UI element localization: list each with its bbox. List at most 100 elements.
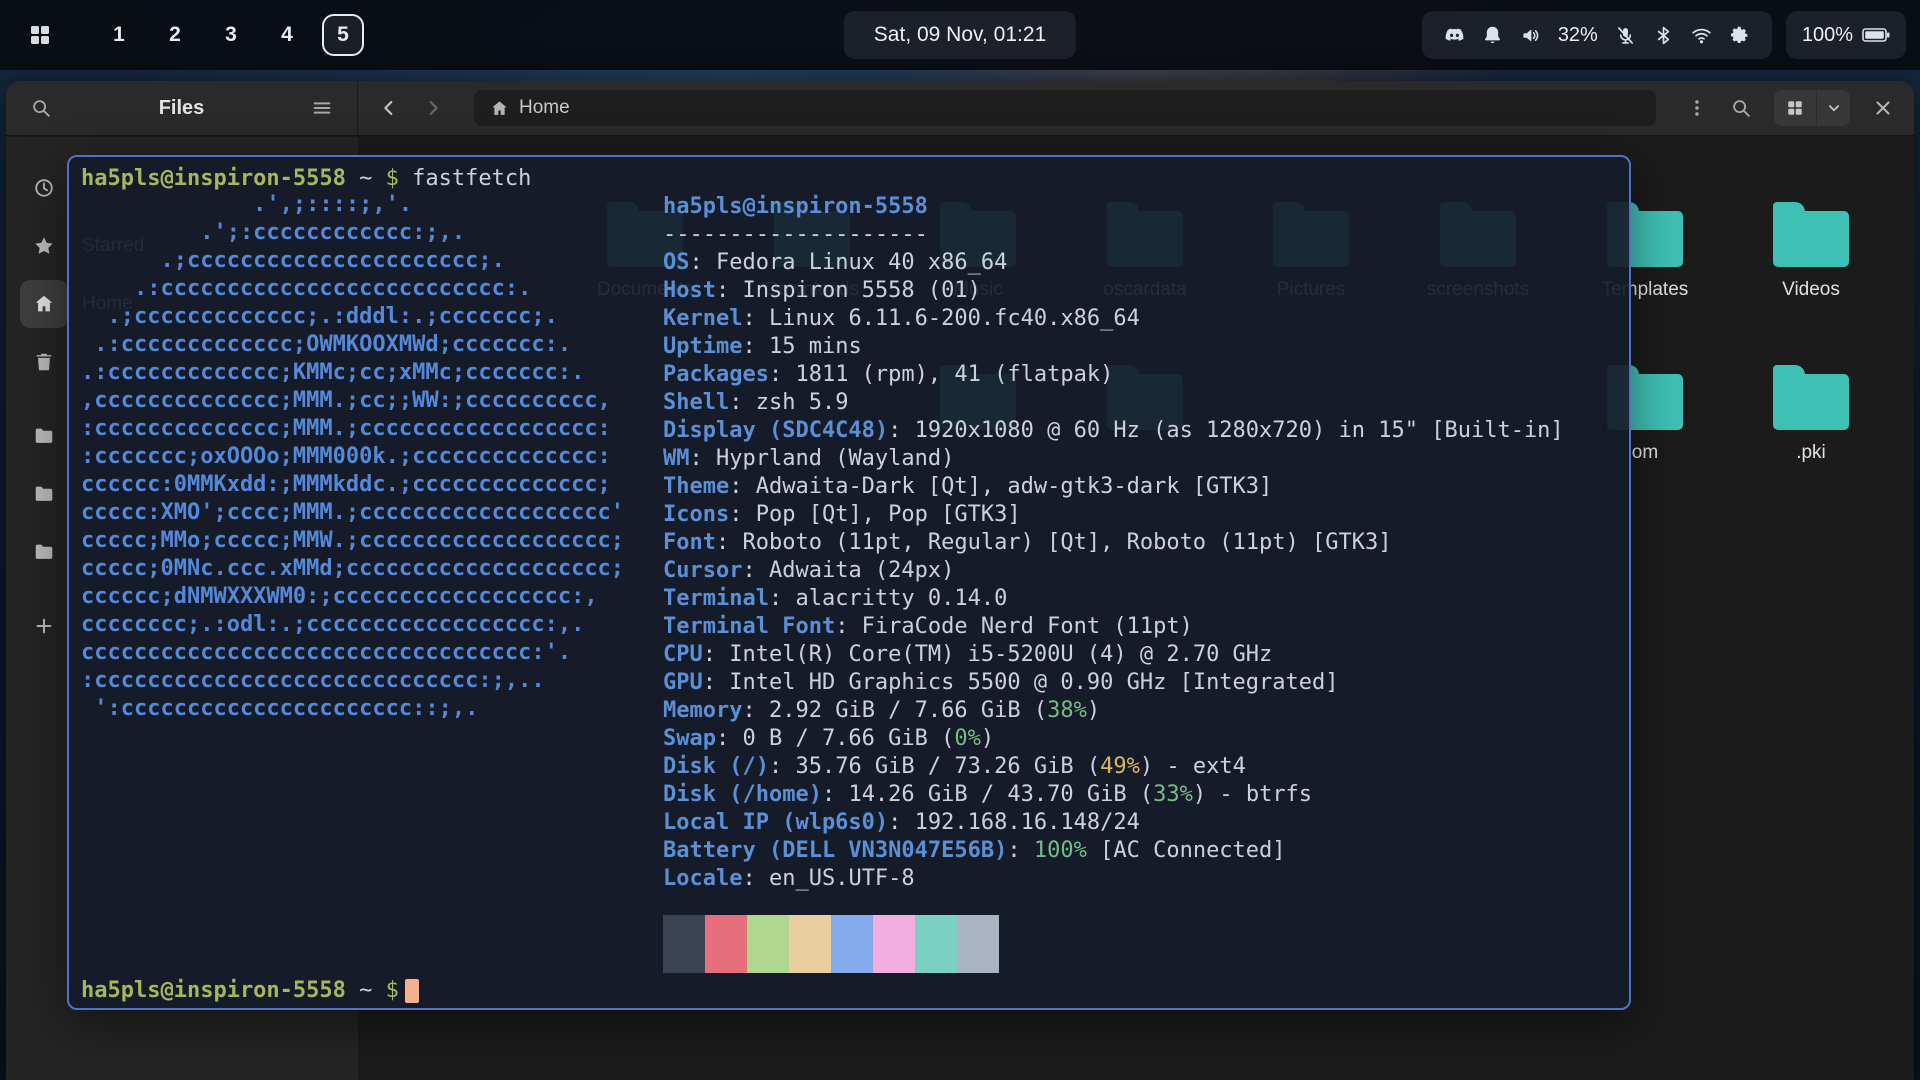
info-line: Memory: 2.92 GiB / 7.66 GiB (38%) [663, 697, 1564, 725]
home-icon [490, 99, 509, 118]
info-line: OS: Fedora Linux 40 x86_64 [663, 249, 1564, 277]
info-line: Local IP (wlp6s0): 192.168.16.148/24 [663, 809, 1564, 837]
folder-icon [1773, 374, 1849, 430]
text-segment: ha5pls@inspiron-5558 [663, 194, 928, 219]
info-line: Theme: Adwaita-Dark [Qt], adw-gtk3-dark … [663, 473, 1564, 501]
info-line: ha5pls@inspiron-5558 [663, 193, 1564, 221]
volume-icon[interactable] [1520, 25, 1541, 46]
text-segment: : Adwaita (24px) [742, 558, 954, 583]
palette-swatch [957, 915, 999, 973]
path-bar[interactable]: Home [474, 90, 1656, 126]
text-segment: : 0 B / 7.66 GiB ( [716, 726, 954, 751]
info-line: Host: Inspiron 5558 (01) [663, 277, 1564, 305]
discord-icon[interactable] [1444, 25, 1465, 46]
text-segment: 0% [954, 726, 981, 751]
apps-grid-icon[interactable] [28, 23, 52, 47]
home-icon [20, 280, 68, 328]
workspace-1[interactable]: 1 [98, 14, 140, 56]
text-segment: Uptime [663, 334, 742, 359]
clock[interactable]: Sat, 09 Nov, 01:21 [844, 11, 1076, 59]
grid-view-button[interactable] [1774, 90, 1816, 126]
palette-swatch [747, 915, 789, 973]
fastfetch-info: ha5pls@inspiron-5558 --------------------… [663, 193, 1564, 893]
folder-Videos[interactable]: Videos [1728, 201, 1894, 301]
text-segment: Theme [663, 474, 729, 499]
text-segment: OS [663, 250, 690, 275]
bluetooth-icon[interactable] [1653, 25, 1674, 46]
text-segment: : alacritty 0.14.0 [769, 586, 1007, 611]
files-header: Files Home [6, 81, 1914, 136]
kebab-menu-icon[interactable] [1686, 97, 1708, 119]
text-segment: ha5pls@inspiron-5558 [81, 978, 346, 1003]
text-segment: Display (SDC4C48) [663, 418, 888, 443]
text-segment: : [1007, 838, 1034, 863]
topbar-left: 12345 [28, 14, 364, 56]
search-icon[interactable] [30, 97, 52, 119]
terminal-cursor [405, 979, 419, 1003]
text-segment: : Linux 6.11.6-200.fc40.x86_64 [742, 306, 1139, 331]
text-segment: $ [372, 978, 399, 1003]
battery-indicator[interactable]: 100% [1786, 11, 1906, 59]
mic-muted-icon[interactable] [1615, 25, 1636, 46]
folder-icon [20, 470, 68, 518]
text-segment: $ [372, 166, 412, 191]
palette-swatch [705, 915, 747, 973]
workspace-3[interactable]: 3 [210, 14, 252, 56]
folder-icon [1773, 211, 1849, 267]
text-segment: ~ [346, 978, 373, 1003]
info-line: Locale: en_US.UTF-8 [663, 865, 1564, 893]
text-segment: -------------------- [663, 222, 928, 247]
text-segment: Memory [663, 698, 742, 723]
hamburger-menu-icon[interactable] [311, 97, 333, 119]
text-segment: : Adwaita-Dark [Qt], adw-gtk3-dark [GTK3… [729, 474, 1272, 499]
text-segment: ha5pls@inspiron-5558 [81, 166, 346, 191]
info-line: WM: Hyprland (Wayland) [663, 445, 1564, 473]
plus-icon [20, 602, 68, 650]
info-line: Disk (/home): 14.26 GiB / 43.70 GiB (33%… [663, 781, 1564, 809]
workspace-4[interactable]: 4 [266, 14, 308, 56]
info-line: Display (SDC4C48): 1920x1080 @ 60 Hz (as… [663, 417, 1564, 445]
text-segment: : Intel HD Graphics 5500 @ 0.90 GHz [Int… [703, 670, 1339, 695]
info-line: Swap: 0 B / 7.66 GiB (0%) [663, 725, 1564, 753]
folder-label: .pki [1796, 442, 1826, 464]
text-segment: Swap [663, 726, 716, 751]
gear-icon[interactable] [1729, 25, 1750, 46]
view-toggle [1774, 90, 1850, 126]
info-line: Cursor: Adwaita (24px) [663, 557, 1564, 585]
text-segment: : 14.26 GiB / 43.70 GiB ( [822, 782, 1153, 807]
prompt-line-top: ha5pls@inspiron-5558 ~ $ fastfetch [81, 165, 531, 193]
top-bar: 12345 Sat, 09 Nov, 01:21 32% 100% [0, 0, 1920, 70]
info-line: Packages: 1811 (rpm), 41 (flatpak) [663, 361, 1564, 389]
text-segment: Disk (/home) [663, 782, 822, 807]
text-segment: GPU [663, 670, 703, 695]
text-segment: Disk (/) [663, 754, 769, 779]
text-segment: : Inspiron 5558 (01) [716, 278, 981, 303]
folder-search-icon[interactable] [1730, 97, 1752, 119]
view-options-dropdown[interactable] [1816, 90, 1850, 126]
text-segment: Local IP (wlp6s0) [663, 810, 888, 835]
close-button[interactable] [1872, 97, 1894, 119]
info-line: -------------------- [663, 221, 1564, 249]
text-segment: ) [1087, 698, 1100, 723]
prompt-line-bottom: ha5pls@inspiron-5558 ~ $ [81, 977, 419, 1005]
text-segment: : 1811 (rpm), 41 (flatpak) [769, 362, 1113, 387]
text-segment: : en_US.UTF-8 [742, 866, 914, 891]
text-segment: Cursor [663, 558, 742, 583]
text-segment: Shell [663, 390, 729, 415]
workspace-5[interactable]: 5 [322, 14, 364, 56]
workspace-2[interactable]: 2 [154, 14, 196, 56]
clock-icon [20, 164, 68, 212]
text-segment: : 1920x1080 @ 60 Hz (as 1280x720) in 15"… [888, 418, 1564, 443]
text-segment: 33% [1153, 782, 1193, 807]
info-line: Font: Roboto (11pt, Regular) [Qt], Robot… [663, 529, 1564, 557]
volume-level: 32% [1558, 24, 1598, 47]
info-line: GPU: Intel HD Graphics 5500 @ 0.90 GHz [… [663, 669, 1564, 697]
back-button[interactable] [378, 97, 400, 119]
bell-icon[interactable] [1482, 25, 1503, 46]
status-icons: 32% [1422, 11, 1772, 59]
terminal-window[interactable]: ha5pls@inspiron-5558 ~ $ fastfetch .',;:… [67, 155, 1631, 1010]
wifi-icon[interactable] [1691, 25, 1712, 46]
forward-button[interactable] [422, 97, 444, 119]
info-line: Disk (/): 35.76 GiB / 73.26 GiB (49%) - … [663, 753, 1564, 781]
folder-.pki[interactable]: .pki [1728, 364, 1894, 464]
